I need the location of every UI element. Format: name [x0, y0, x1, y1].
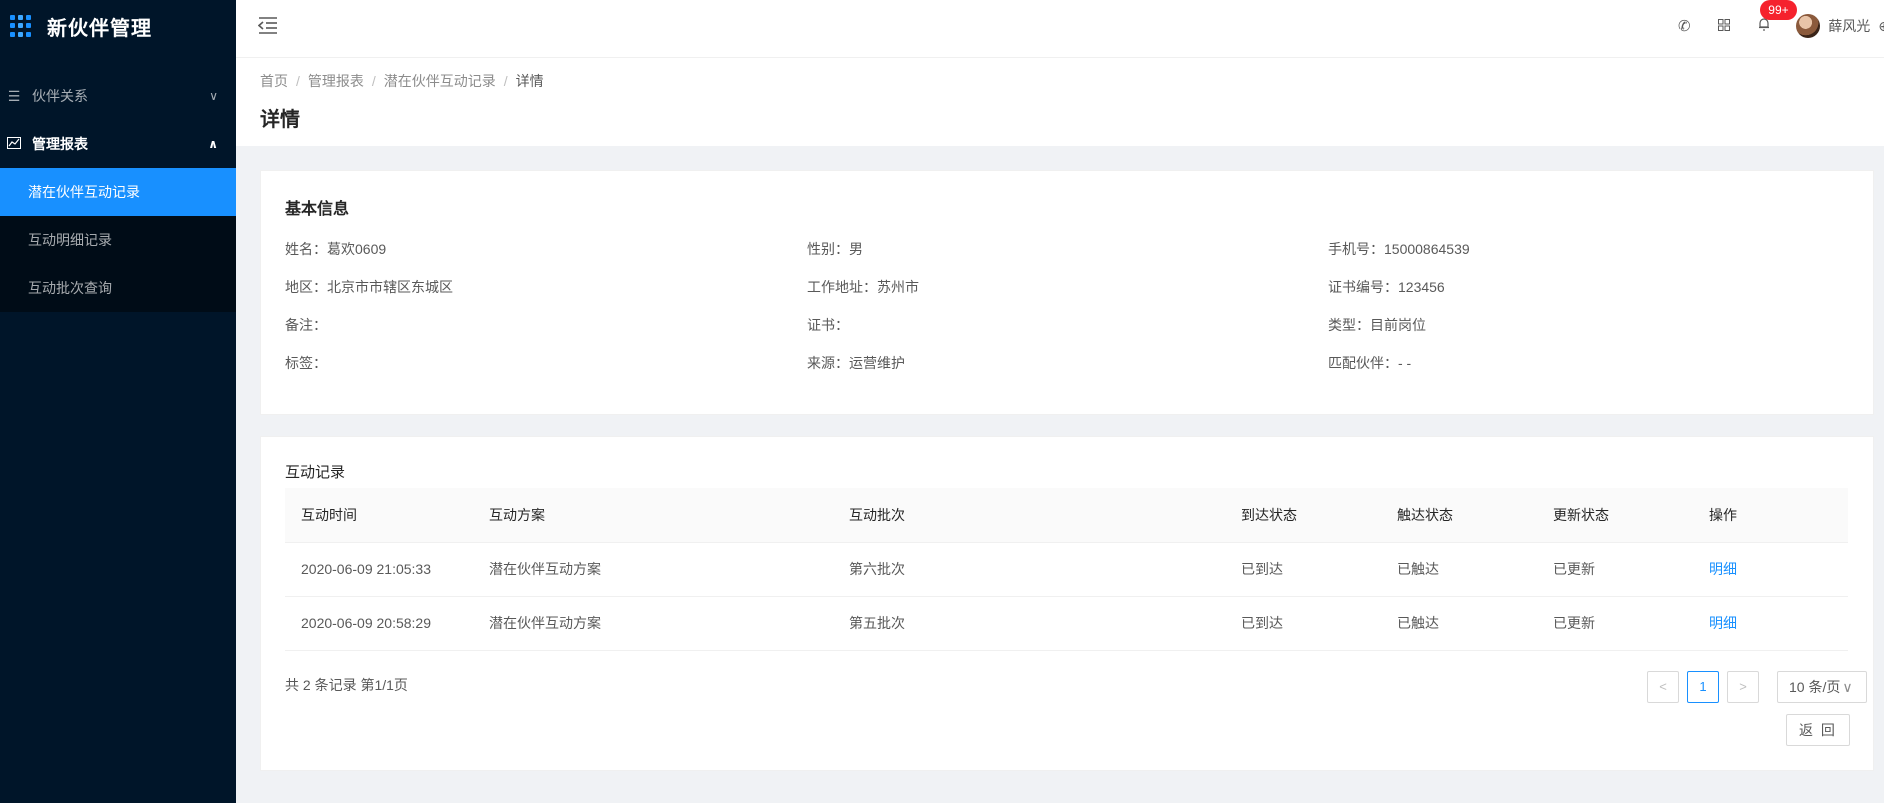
cell-time: 2020-06-09 21:05:33	[285, 542, 473, 597]
col-header: 到达状态	[1225, 488, 1381, 543]
field-gender: 性别：男	[807, 241, 863, 257]
cell-plan: 潜在伙伴互动方案	[473, 596, 833, 651]
field-matched-partner: 匹配伙伴：- -	[1328, 355, 1412, 371]
cell-batch: 第六批次	[833, 542, 1225, 597]
cell-arrival: 已到达	[1225, 542, 1381, 597]
table-row: 2020-06-09 21:05:33 潜在伙伴互动方案 第六批次 已到达 已触…	[285, 542, 1848, 597]
sidebar-item-label: 伙伴关系	[32, 88, 88, 104]
header-actions: ✆ 99+ 薛风光 ⊕	[1664, 0, 1884, 52]
field-certificate: 证书：	[807, 317, 849, 333]
avatar[interactable]	[1796, 14, 1821, 38]
page-size-select[interactable]: 10 条/页 ∨	[1777, 670, 1867, 703]
sidebar-item-batch-query[interactable]: 互动批次查询	[0, 264, 236, 312]
sidebar-item-interaction-details[interactable]: 互动明细记录	[0, 216, 236, 264]
field-name: 姓名：葛欢0609	[285, 241, 387, 257]
chevron-down-icon: ∨	[209, 89, 218, 103]
records-title: 互动记录	[285, 464, 346, 481]
sidebar-item-potential-partner-records[interactable]: 潜在伙伴互动记录	[0, 168, 236, 216]
menu-fold-icon[interactable]	[257, 16, 280, 38]
cell-arrival: 已到达	[1225, 596, 1381, 651]
sidebar-item-management-reports[interactable]: 管理报表 ∧	[0, 120, 236, 168]
table-row: 2020-06-09 20:58:29 潜在伙伴互动方案 第五批次 已到达 已触…	[285, 596, 1848, 651]
cell-update: 已更新	[1537, 596, 1693, 651]
field-phone: 手机号：15000864539	[1328, 241, 1470, 257]
sidebar: 新伙伴管理 ☰ 伙伴关系 ∨ 管理报表 ∧ 潜在伙伴互动记录 互动明细记录 互动…	[0, 0, 236, 803]
prev-page-button[interactable]: <	[1647, 670, 1679, 703]
app-grid-icon	[10, 15, 32, 37]
field-source: 来源：运营维护	[807, 355, 905, 371]
cell-time: 2020-06-09 20:58:29	[285, 596, 473, 651]
globe-icon[interactable]: ⊕	[1878, 18, 1884, 35]
detail-link[interactable]: 明细	[1693, 542, 1848, 597]
records-card: 互动记录 互动时间 互动方案 互动批次 到达状态 触达状态 更新状态 操作 20…	[260, 436, 1874, 771]
col-header: 触达状态	[1381, 488, 1537, 543]
submenu: 潜在伙伴互动记录 互动明细记录 互动批次查询	[0, 168, 236, 312]
breadcrumb: 首页 / 管理报表 / 潜在伙伴互动记录 / 详情	[260, 73, 544, 89]
notification-badge: 99+	[1760, 0, 1797, 20]
cell-plan: 潜在伙伴互动方案	[473, 542, 833, 597]
cell-batch: 第五批次	[833, 596, 1225, 651]
pagination-total: 共 2 条记录 第1/1页	[285, 676, 408, 693]
app-title: 新伙伴管理	[47, 17, 152, 40]
field-cert-number: 证书编号：123456	[1328, 279, 1445, 295]
sidebar-menu: ☰ 伙伴关系 ∨ 管理报表 ∧ 潜在伙伴互动记录 互动明细记录 互动批次查询	[0, 72, 236, 312]
pagination: 共 2 条记录 第1/1页 < 1 > 10 条/页 ∨	[285, 670, 1867, 703]
table-header-row: 互动时间 互动方案 互动批次 到达状态 触达状态 更新状态 操作	[285, 488, 1848, 543]
col-header: 互动批次	[833, 488, 1225, 543]
line-chart-icon	[6, 136, 22, 152]
field-tags: 标签：	[285, 355, 327, 371]
col-header: 操作	[1693, 488, 1848, 543]
logo[interactable]: 新伙伴管理	[0, 0, 236, 52]
sidebar-item-label: 管理报表	[32, 136, 88, 152]
chevron-down-icon: ∨	[1842, 678, 1853, 695]
basic-info-card: 基本信息 姓名：葛欢0609 性别：男 手机号：15000864539 地区：北…	[260, 170, 1874, 415]
list-icon: ☰	[7, 87, 21, 104]
field-type: 类型：目前岗位	[1328, 317, 1426, 333]
records-table: 互动时间 互动方案 互动批次 到达状态 触达状态 更新状态 操作 2020-06…	[285, 488, 1848, 651]
breadcrumb-home[interactable]: 首页	[260, 73, 288, 89]
cell-reach: 已触达	[1381, 596, 1537, 651]
col-header: 更新状态	[1537, 488, 1693, 543]
col-header: 互动时间	[285, 488, 473, 543]
user-name[interactable]: 薛风光	[1828, 16, 1870, 36]
cell-reach: 已触达	[1381, 542, 1537, 597]
col-header: 互动方案	[473, 488, 833, 543]
chevron-up-icon: ∧	[208, 137, 218, 151]
field-remark: 备注：	[285, 317, 327, 333]
page-size-value: 10 条/页	[1789, 678, 1841, 695]
breadcrumb-reports[interactable]: 管理报表	[308, 73, 364, 89]
detail-link[interactable]: 明细	[1693, 596, 1848, 651]
sidebar-item-partner-relations[interactable]: ☰ 伙伴关系 ∨	[0, 72, 236, 120]
page-header: 首页 / 管理报表 / 潜在伙伴互动记录 / 详情 详情	[236, 58, 1884, 146]
bell-icon[interactable]: 99+	[1744, 0, 1797, 35]
breadcrumb-potential-records[interactable]: 潜在伙伴互动记录	[384, 73, 496, 89]
breadcrumb-current: 详情	[515, 73, 544, 89]
basic-info-title: 基本信息	[285, 201, 350, 218]
info-grid: 姓名：葛欢0609 性别：男 手机号：15000864539 地区：北京市市辖区…	[285, 239, 1849, 374]
page-number-button[interactable]: 1	[1687, 670, 1719, 703]
back-button[interactable]: 返 回	[1786, 714, 1850, 746]
page-title: 详情	[260, 109, 300, 131]
field-region: 地区：北京市市辖区东城区	[285, 279, 453, 295]
field-work-address: 工作地址：苏州市	[807, 279, 919, 295]
cell-update: 已更新	[1537, 542, 1693, 597]
apps-icon[interactable]	[1704, 18, 1744, 35]
phone-icon[interactable]: ✆	[1664, 17, 1704, 35]
top-header: ✆ 99+ 薛风光 ⊕	[236, 0, 1884, 58]
next-page-button[interactable]: >	[1727, 670, 1759, 703]
